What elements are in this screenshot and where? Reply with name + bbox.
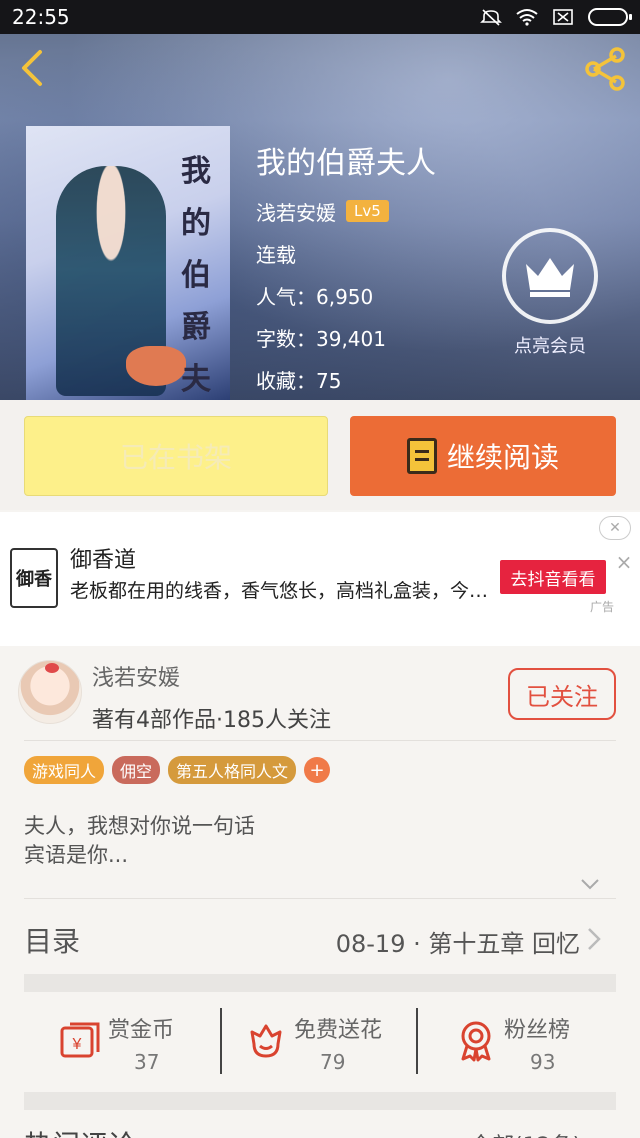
book-summary[interactable]: 夫人，我想对你说一句话 宾语是你... xyxy=(24,812,255,870)
book-info: 我的伯爵夫人 浅若安媛 Lv5 连载 人气：6,950 字数：39,401 收藏… xyxy=(256,138,436,408)
tag-item[interactable]: 第五人格同人文 xyxy=(168,756,297,784)
section-separator xyxy=(24,1092,616,1110)
ribbon-badge-icon xyxy=(461,1021,491,1062)
author-name: 浅若安媛 xyxy=(92,666,181,691)
mute-icon xyxy=(480,9,502,26)
stat-value: 79 xyxy=(320,1050,346,1074)
tag-list: 游戏同人 佣空 第五人格同人文 + xyxy=(24,756,331,784)
continue-reading-label: 继续阅读 xyxy=(446,441,559,474)
vip-label: 点亮会员 xyxy=(514,336,586,357)
book-author[interactable]: 浅若安媛 xyxy=(256,197,336,226)
crown-icon xyxy=(526,258,574,297)
coin-envelope-icon: ¥ xyxy=(60,1022,100,1058)
book-popularity: 人气：6,950 xyxy=(256,284,374,309)
ad-close-icon[interactable]: × xyxy=(614,552,634,572)
ad-dismiss-icon[interactable]: ✕ xyxy=(599,516,631,540)
action-bar: 已在书架 继续阅读 xyxy=(0,400,640,510)
author-level-badge: Lv5 xyxy=(346,200,389,222)
summary-line: 宾语是你... xyxy=(24,843,129,867)
back-button[interactable] xyxy=(14,48,54,88)
sim-off-icon xyxy=(553,9,573,25)
free-flower-button[interactable]: 免费送花 79 xyxy=(244,1008,434,1080)
in-bookshelf-button[interactable]: 已在书架 xyxy=(24,416,328,496)
fan-ranking-button[interactable]: 粉丝榜 93 xyxy=(454,1008,640,1080)
book-word-count: 字数：39,401 xyxy=(256,326,386,351)
all-comments-link[interactable]: 全部(12条) xyxy=(470,1128,581,1138)
stat-value: 93 xyxy=(530,1050,556,1074)
share-button[interactable] xyxy=(582,46,628,92)
svg-text:¥: ¥ xyxy=(72,1036,82,1053)
stat-value: 37 xyxy=(134,1050,160,1074)
author-card[interactable]: 浅若安媛 著有4部作品·185人关注 已关注 xyxy=(0,648,640,740)
ad-banner[interactable]: 御香 御香道 老板都在用的线香，香气悠长，高档礼盒装，今日... 去抖音看看 ✕… xyxy=(0,512,640,646)
latest-chapter: 08-19 · 第十五章 回忆 xyxy=(335,930,580,958)
hot-comments-title: 热门评论 xyxy=(24,1124,136,1138)
chevron-down-icon[interactable] xyxy=(580,874,600,894)
summary-line: 夫人，我想对你说一句话 xyxy=(24,814,255,838)
author-avatar[interactable] xyxy=(18,660,82,724)
ad-tag: 广告 xyxy=(590,600,615,614)
cover-title: 我 的 伯 爵 夫 人 xyxy=(181,154,211,397)
add-tag-button[interactable]: + xyxy=(304,757,331,783)
ad-name: 御香道 xyxy=(70,548,137,573)
status-bar: 22:55 xyxy=(0,0,640,34)
author-stats: 著有4部作品·185人关注 xyxy=(92,708,331,733)
battery-icon xyxy=(588,8,632,26)
book-title: 我的伯爵夫人 xyxy=(256,146,436,181)
book-icon xyxy=(406,438,437,474)
wifi-icon xyxy=(516,9,538,26)
ad-description: 老板都在用的线香，香气悠长，高档礼盒装，今日... xyxy=(70,580,500,602)
follow-button[interactable]: 已关注 xyxy=(508,668,616,720)
book-status: 连载 xyxy=(256,242,296,267)
stat-label: 免费送花 xyxy=(294,1018,383,1043)
ad-cta-button[interactable]: 去抖音看看 xyxy=(500,560,606,594)
section-separator xyxy=(24,974,616,992)
divider xyxy=(416,1008,418,1074)
ad-logo: 御香 xyxy=(10,548,58,608)
stat-label: 粉丝榜 xyxy=(504,1018,571,1043)
book-cover[interactable]: 我 的 伯 爵 夫 人 xyxy=(26,126,230,400)
flower-icon xyxy=(250,1024,282,1058)
continue-reading-button[interactable]: 继续阅读 xyxy=(350,416,616,496)
tag-item[interactable]: 游戏同人 xyxy=(24,756,105,784)
book-favorites: 收藏：75 xyxy=(256,368,342,393)
divider xyxy=(24,740,616,741)
stat-label: 赏金币 xyxy=(108,1018,175,1043)
divider xyxy=(24,898,616,899)
divider xyxy=(220,1008,222,1074)
status-time: 22:55 xyxy=(12,5,70,29)
toc-label: 目录 xyxy=(24,925,81,958)
table-of-contents-row[interactable]: 目录 08-19 · 第十五章 回忆 xyxy=(0,900,640,974)
tag-item[interactable]: 佣空 xyxy=(112,756,161,784)
reader-actions: ¥ 赏金币 37 免费送花 79 粉丝榜 93 xyxy=(0,1000,640,1086)
chevron-right-icon xyxy=(588,928,601,950)
vip-button[interactable]: 点亮会员 xyxy=(502,228,598,358)
